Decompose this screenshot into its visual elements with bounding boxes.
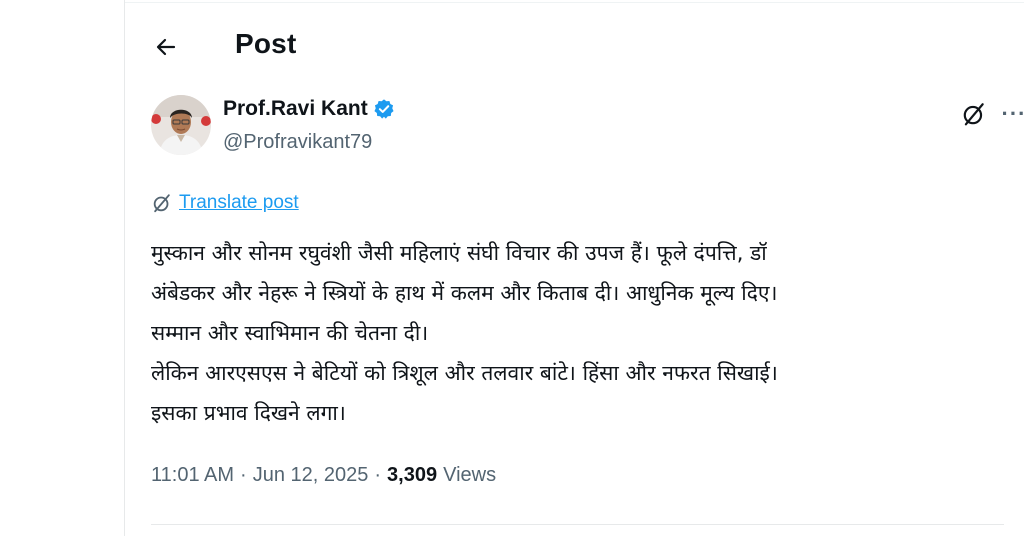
verified-badge-icon [373, 98, 395, 120]
post-time[interactable]: 11:01 AM [151, 464, 234, 487]
post-meta: 11:01 AM · Jun 12, 2025 · 3,309 Views [151, 464, 496, 487]
more-options-button[interactable]: ··· [997, 99, 1024, 129]
user-handle[interactable]: @Profravikant79 [223, 131, 372, 154]
post-text-line: मुस्कान और सोनम रघुवंशी जैसी महिलाएं संघ… [151, 241, 767, 265]
post-header: Post [125, 0, 1024, 92]
translate-post-link[interactable]: Translate post [179, 192, 299, 214]
post-column: Post Prof.Ravi Kant @Profravikant79 ··· … [124, 0, 1024, 536]
grok-button[interactable] [959, 99, 989, 129]
avatar[interactable] [151, 95, 211, 155]
display-name[interactable]: Prof.Ravi Kant [223, 97, 368, 121]
views-count: 3,309 [387, 464, 438, 486]
grok-icon [153, 194, 170, 213]
translate-row: Translate post [151, 192, 299, 214]
more-horizontal-icon: ··· [1001, 101, 1024, 126]
views-label: Views [443, 464, 497, 486]
arrow-left-icon [156, 38, 176, 56]
author-block: Prof.Ravi Kant @Profravikant79 ··· [151, 95, 1024, 163]
post-text-line: अंबेडकर और नेहरू ने स्त्रियों के हाथ में… [151, 281, 778, 305]
post-date[interactable]: Jun 12, 2025 [253, 464, 369, 487]
divider [151, 524, 1004, 525]
meta-separator: · [374, 464, 382, 486]
name-row: Prof.Ravi Kant [223, 97, 395, 121]
post-text: मुस्कान और सोनम रघुवंशी जैसी महिलाएं संघ… [151, 233, 1011, 433]
page-title: Post [235, 28, 297, 59]
post-text-line: इसका प्रभाव दिखने लगा। [151, 401, 346, 425]
grok-icon [963, 103, 984, 126]
meta-separator: · [240, 464, 247, 486]
back-button[interactable] [149, 30, 183, 64]
post-text-line: सम्मान और स्वाभिमान की चेतना दी। [151, 321, 429, 345]
post-text-line: लेकिन आरएसएस ने बेटियों को त्रिशूल और तल… [151, 361, 778, 385]
profile-photo-image [151, 95, 211, 155]
